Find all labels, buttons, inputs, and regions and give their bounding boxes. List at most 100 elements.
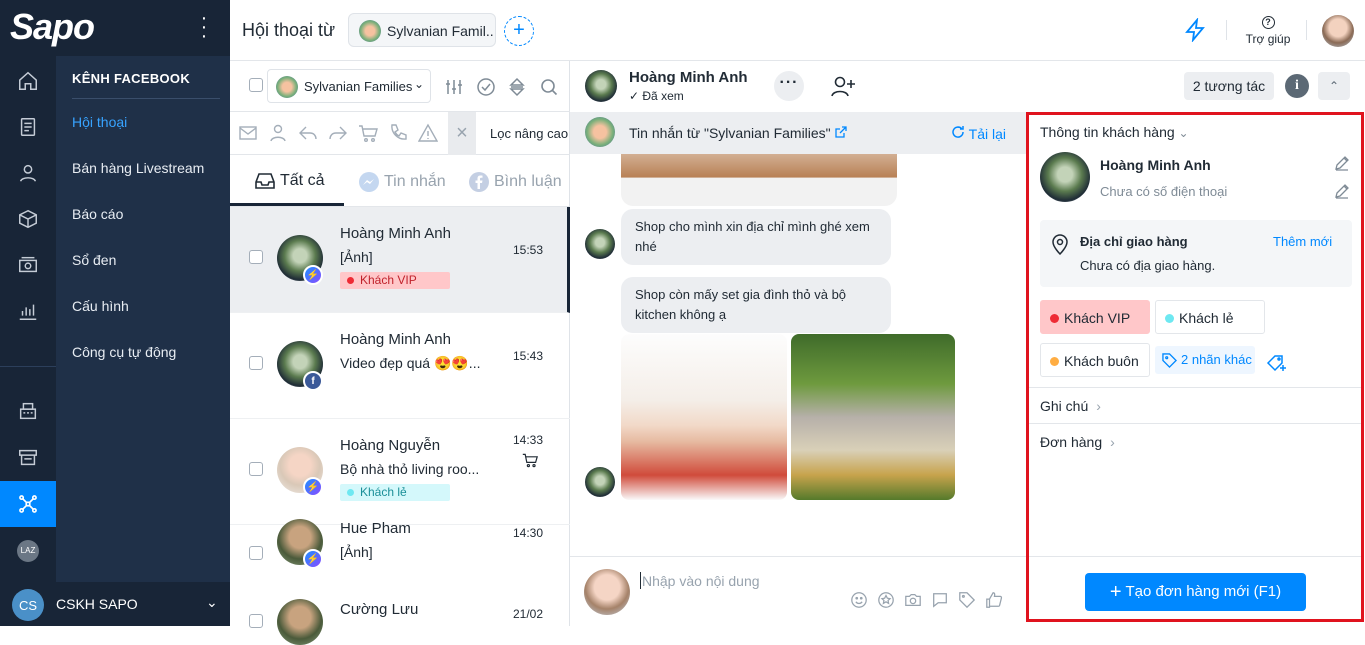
menu-item-blacklist[interactable]: Sổ đen	[72, 252, 116, 268]
chat-contact-name: Hoàng Minh Anh	[629, 69, 748, 86]
messenger-icon: ⚡	[303, 477, 323, 497]
conversation-checkbox[interactable]	[249, 462, 263, 476]
customer-info-label: Thông tin khách hàng	[1040, 124, 1175, 140]
orders-icon[interactable]	[0, 104, 56, 150]
message-input[interactable]: Nhập vào nội dung	[640, 572, 760, 589]
conversation-checkbox[interactable]	[249, 546, 263, 560]
edit-name-pencil-icon[interactable]	[1334, 155, 1350, 171]
agent-avatar	[584, 569, 630, 615]
more-options-button[interactable]: ···	[774, 71, 804, 101]
social-network-icon[interactable]	[0, 481, 56, 527]
notes-section[interactable]: Ghi chú ›	[1029, 387, 1361, 423]
report-chart-icon[interactable]	[0, 288, 56, 334]
sliders-icon[interactable]	[444, 77, 464, 97]
store-icon[interactable]	[0, 434, 56, 480]
pos-register-icon[interactable]	[0, 388, 56, 434]
sort-icon[interactable]	[507, 77, 527, 97]
conversation-name: Hoàng Minh Anh	[340, 331, 451, 348]
active-tab-underline	[230, 203, 344, 206]
conversation-preview: Video đẹp quá 😍😍...	[340, 355, 481, 371]
cart-icon	[522, 453, 538, 468]
emoji-icon[interactable]	[850, 591, 868, 609]
refresh-icon	[952, 126, 964, 138]
page-chip[interactable]: Sylvanian Famil..	[348, 13, 496, 47]
cart-icon[interactable]	[358, 123, 378, 143]
chat-avatar	[585, 70, 617, 102]
collapse-button[interactable]: ⌃	[1318, 72, 1350, 100]
phone-icon[interactable]	[388, 123, 408, 143]
list-toolbar: Sylvanian Families ⌄	[230, 61, 570, 111]
menu-item-reports[interactable]: Báo cáo	[72, 206, 123, 222]
lightning-icon[interactable]	[1184, 17, 1206, 47]
rabbit-family-garden-photo[interactable]	[791, 334, 955, 500]
check-circle-icon[interactable]	[476, 77, 496, 97]
advanced-filter-button[interactable]: Lọc nâng cao	[490, 126, 568, 141]
conversation-checkbox[interactable]	[249, 356, 263, 370]
interactions-count[interactable]: 2 tương tác	[1184, 72, 1274, 100]
reply-icon[interactable]	[298, 123, 318, 143]
edit-phone-pencil-icon[interactable]	[1334, 183, 1350, 199]
forward-icon[interactable]	[328, 123, 348, 143]
external-link-icon[interactable]	[834, 126, 847, 138]
tab-messages-label: Tin nhắn	[384, 173, 446, 190]
menu-item-automation[interactable]: Công cụ tự động	[72, 344, 176, 360]
conversation-item[interactable]: ⚡ Hoàng Minh Anh [Ảnh] 15:53 Khách VIP	[230, 207, 570, 313]
sapo-logo[interactable]: Sapo	[10, 6, 95, 48]
conversation-time: 15:53	[513, 243, 544, 257]
customer-icon[interactable]	[0, 150, 56, 196]
reload-button[interactable]: Tải lại	[951, 125, 1006, 142]
add-address-link[interactable]: Thêm mới	[1273, 234, 1332, 249]
orders-section[interactable]: Đơn hàng ›	[1029, 423, 1361, 459]
tab-messages[interactable]: Tin nhắn	[358, 171, 446, 193]
user-avatar[interactable]	[1322, 15, 1354, 47]
cash-icon[interactable]	[0, 242, 56, 288]
sticker-icon[interactable]	[877, 591, 895, 609]
tab-comments[interactable]: Bình luận	[468, 171, 562, 193]
info-icon[interactable]: i	[1285, 74, 1309, 98]
tag-vip[interactable]: Khách VIP	[1040, 300, 1150, 334]
product-image-message[interactable]	[621, 154, 897, 206]
add-tag-icon[interactable]	[1266, 353, 1288, 373]
facebook-icon	[469, 172, 489, 192]
search-icon[interactable]	[539, 77, 559, 97]
channel-menu: KÊNH FACEBOOK Hội thoại Bán hàng Livestr…	[56, 56, 230, 586]
conversation-checkbox[interactable]	[249, 250, 263, 264]
menu-item-livestream[interactable]: Bán hàng Livestream	[72, 160, 204, 176]
like-icon[interactable]	[985, 591, 1003, 609]
menu-item-conversations[interactable]: Hội thoại	[72, 114, 127, 130]
warning-icon[interactable]	[418, 123, 438, 143]
customer-info-title[interactable]: Thông tin khách hàng ⌄	[1040, 124, 1189, 140]
rabbit-family-photo[interactable]	[621, 334, 787, 500]
menu-item-settings[interactable]: Cấu hình	[72, 298, 129, 314]
address-title: Địa chỉ giao hàng	[1080, 234, 1188, 249]
user-icon[interactable]	[268, 123, 288, 143]
account-switcher[interactable]: CS CSKH SAPO ⌄	[0, 582, 230, 626]
camera-icon[interactable]	[904, 591, 922, 609]
customer-name: Hoàng Minh Anh	[1100, 157, 1211, 173]
tag-wholesale[interactable]: Khách buôn	[1040, 343, 1150, 377]
add-user-icon[interactable]	[830, 74, 856, 98]
tag-icon[interactable]	[958, 591, 976, 609]
add-page-button[interactable]: +	[504, 16, 534, 46]
create-order-button[interactable]: + Tạo đơn hàng mới (F1)	[1085, 573, 1306, 611]
tab-all[interactable]: Tất cả	[254, 171, 324, 191]
divider	[1306, 20, 1307, 40]
select-all-checkbox[interactable]	[249, 78, 263, 92]
conversation-item[interactable]: Cường Lưu 21/02	[230, 587, 570, 645]
page-select[interactable]: Sylvanian Families ⌄	[267, 69, 431, 103]
lazada-icon[interactable]: LAZ	[0, 528, 56, 574]
sender-avatar	[585, 467, 615, 497]
customer-phone: Chưa có số điện thoại	[1100, 184, 1228, 199]
quick-reply-icon[interactable]	[931, 591, 949, 609]
home-icon[interactable]	[0, 58, 56, 104]
page-avatar	[359, 20, 381, 42]
more-tags-label: 2 nhãn khác	[1181, 352, 1252, 367]
help-button[interactable]: ? Trợ giúp	[1242, 14, 1294, 46]
tag-retail[interactable]: Khách lẻ	[1155, 300, 1265, 334]
product-box-icon[interactable]	[0, 196, 56, 242]
more-vertical-icon[interactable]: · · ·	[198, 8, 210, 46]
clear-filter-button[interactable]: ×	[448, 112, 476, 155]
conversation-item[interactable]: f Hoàng Minh Anh Video đẹp quá 😍😍... 15:…	[230, 313, 570, 419]
unread-mail-icon[interactable]	[238, 123, 258, 143]
more-tags-button[interactable]: 2 nhãn khác	[1155, 346, 1255, 374]
